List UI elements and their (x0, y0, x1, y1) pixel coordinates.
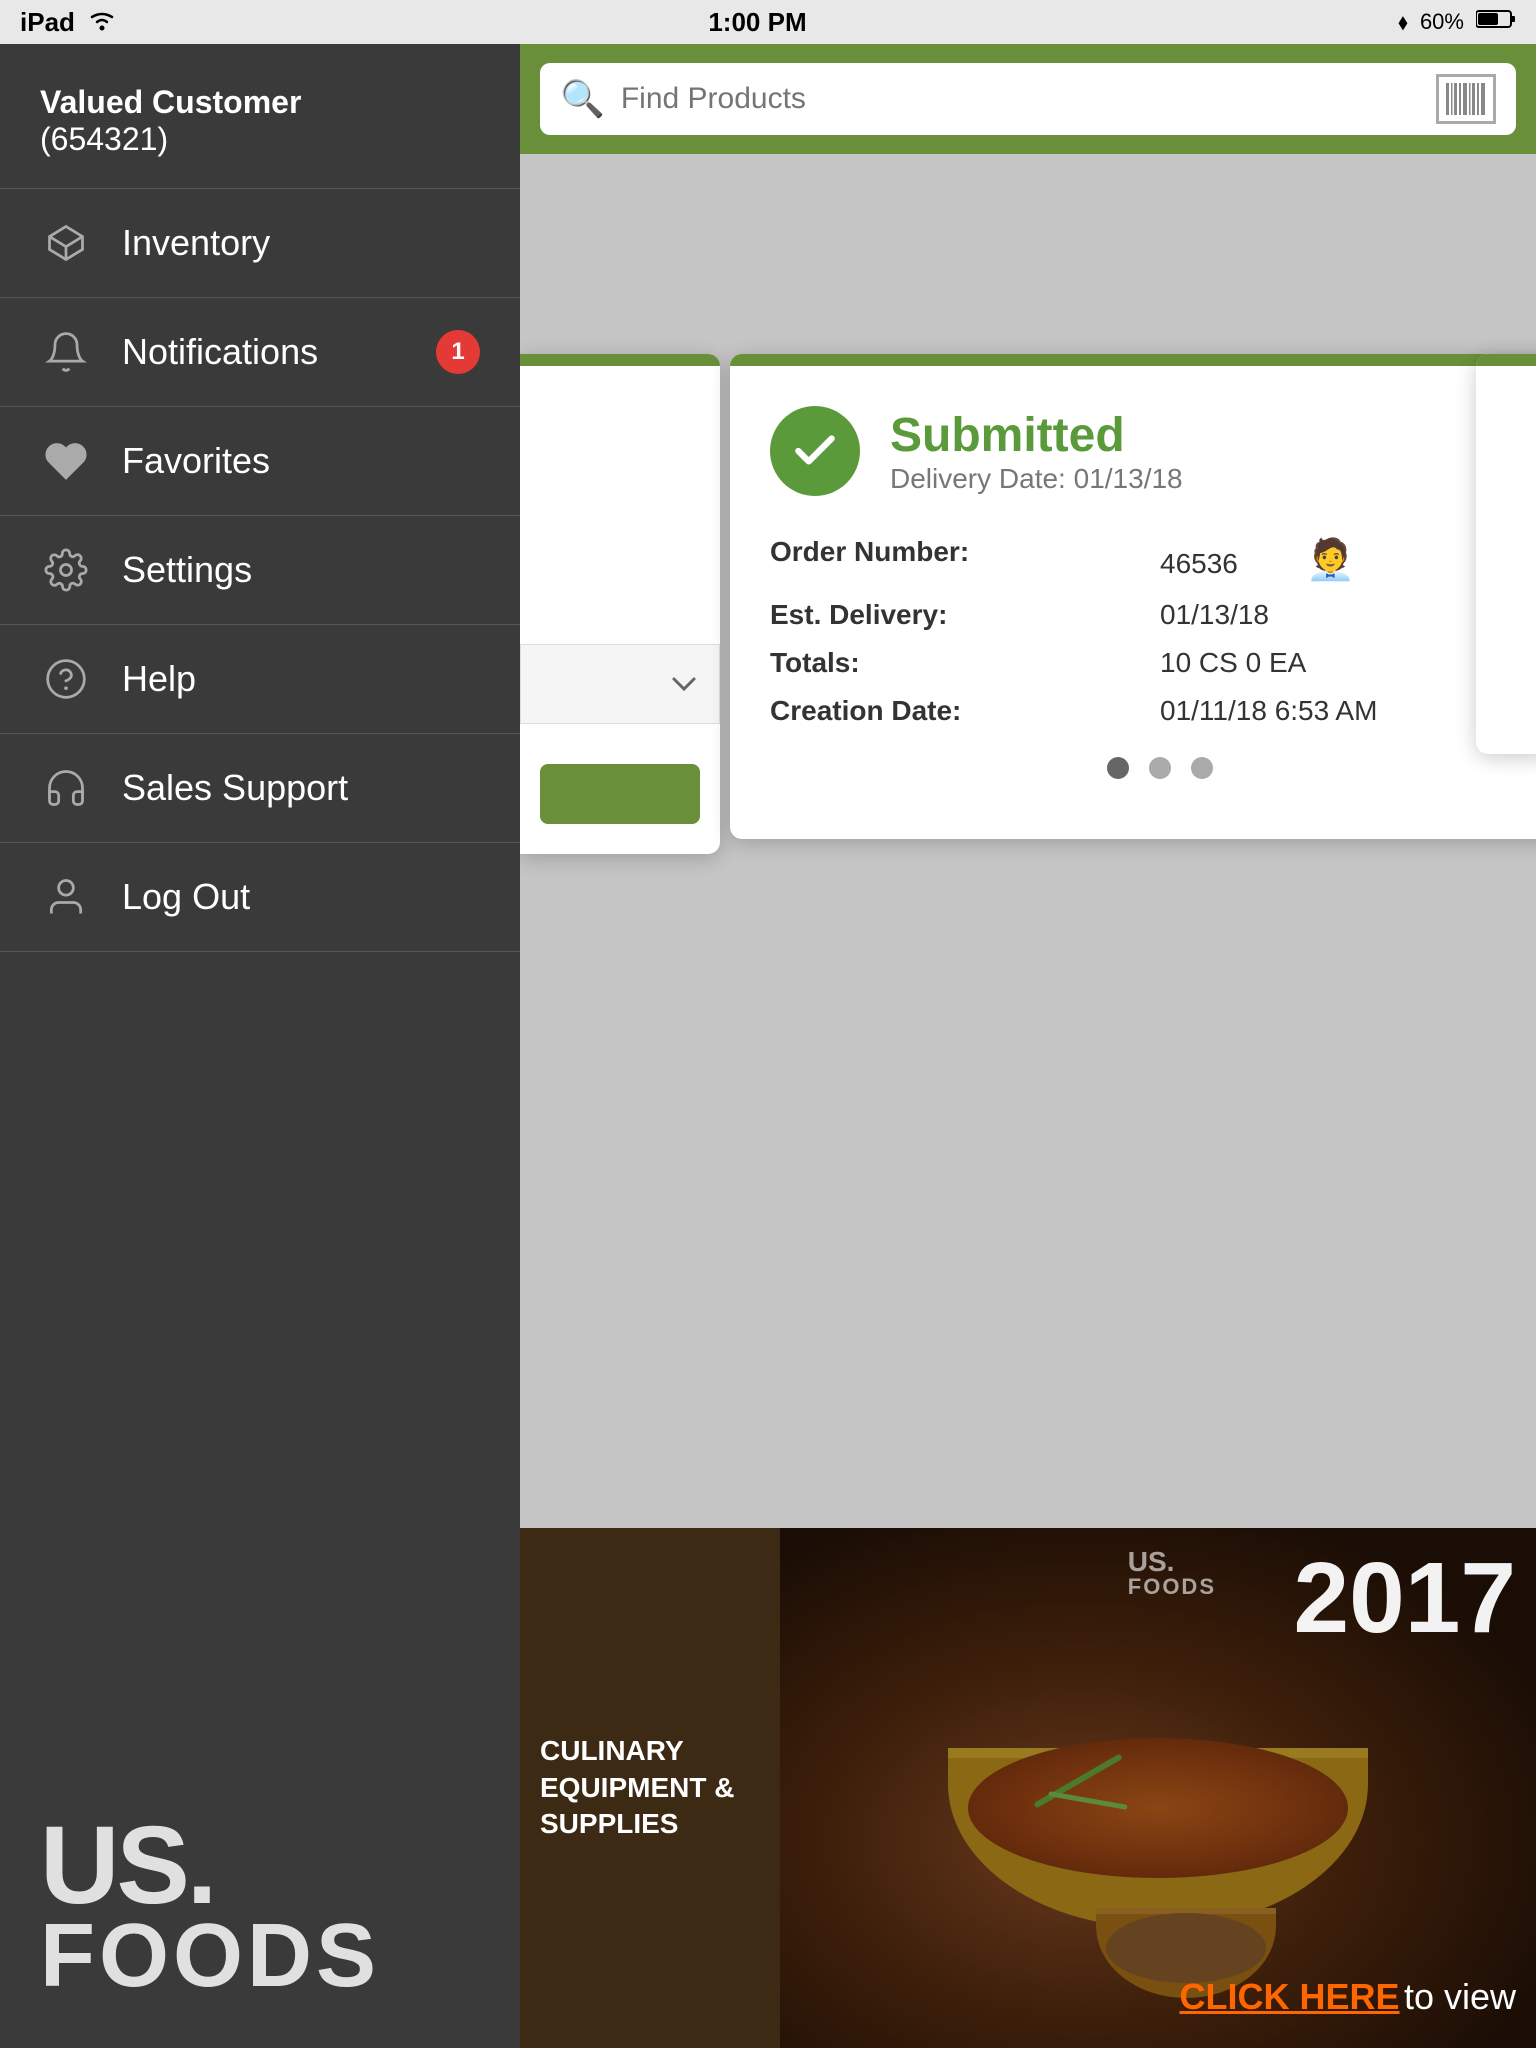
logout-label: Log Out (122, 876, 250, 918)
bluetooth-icon: ⬧ (1398, 9, 1408, 35)
gear-icon (40, 544, 92, 596)
device-label: iPad (20, 7, 75, 38)
pagination-dot-3[interactable] (1191, 757, 1213, 779)
headset-icon (40, 762, 92, 814)
main-content: 🔍 (520, 44, 1536, 2048)
logo-foods: FOODS (40, 1905, 480, 2008)
green-action-button[interactable] (540, 764, 700, 824)
sidebar-nav: Inventory Notifications 1 (0, 189, 520, 1796)
sidebar-user-section: Valued Customer (654321) (0, 44, 520, 189)
order-status-title: Submitted (890, 408, 1183, 463)
promo-section: CULINARY EQUIPMENT & SUPPLIES (520, 1528, 1536, 2048)
order-number-label: Order Number: (770, 536, 1160, 583)
food-bowl-container (948, 1728, 1368, 1928)
totals-label: Totals: (770, 647, 1160, 679)
search-icon: 🔍 (560, 78, 605, 120)
sidebar-item-notifications[interactable]: Notifications 1 (0, 298, 520, 407)
click-here-suffix: to view (1404, 1976, 1516, 2017)
order-delivery-date-label: Delivery Date: 01/13/18 (890, 463, 1183, 495)
creation-date-label: Creation Date: (770, 695, 1160, 727)
sidebar-item-settings[interactable]: Settings (0, 516, 520, 625)
sidebar-item-help[interactable]: Help (0, 625, 520, 734)
click-here-text[interactable]: CLICK HERE (1179, 1976, 1399, 2017)
search-input[interactable] (621, 82, 1420, 116)
sidebar-logo: US. FOODS (0, 1796, 520, 2048)
order-status-text: Submitted Delivery Date: 01/13/18 (890, 408, 1183, 495)
pagination-dot-2[interactable] (1149, 757, 1171, 779)
order-card-header-bar (730, 354, 1536, 366)
pagination-dots (770, 727, 1536, 799)
settings-label: Settings (122, 549, 252, 591)
order-card-content: Submitted Delivery Date: 01/13/18 Order … (730, 366, 1536, 839)
question-icon (40, 653, 92, 705)
garnish-2 (1048, 1791, 1128, 1810)
sidebar-item-sales-support[interactable]: Sales Support (0, 734, 520, 843)
order-status-row: Submitted Delivery Date: 01/13/18 (770, 406, 1536, 496)
notification-badge: 1 (436, 330, 480, 374)
favorites-label: Favorites (122, 440, 270, 482)
inventory-label: Inventory (122, 222, 270, 264)
notifications-label: Notifications (122, 331, 318, 373)
click-here-section[interactable]: CLICK HERE to view (1179, 1976, 1516, 2018)
status-bar: iPad 1:00 PM ⬧ 60% (0, 0, 1536, 44)
help-label: Help (122, 658, 196, 700)
bell-icon (40, 326, 92, 378)
promo-text: CULINARY EQUIPMENT & SUPPLIES (540, 1733, 760, 1842)
est-delivery-label: Est. Delivery: (770, 599, 1160, 631)
search-bar[interactable]: 🔍 (540, 63, 1516, 135)
status-circle (770, 406, 860, 496)
small-dish-content (1106, 1913, 1266, 1983)
order-card[interactable]: Submitted Delivery Date: 01/13/18 Order … (730, 354, 1536, 839)
user-id: (654321) (40, 121, 480, 158)
battery-label: 60% (1420, 9, 1464, 35)
pagination-dot-1[interactable] (1107, 757, 1129, 779)
logo-us: US. (40, 1816, 480, 1915)
person-icon (40, 871, 92, 923)
content-body: Submitted Delivery Date: 01/13/18 Order … (520, 154, 1536, 2048)
time-display: 1:00 PM (708, 7, 806, 38)
sidebar-item-logout[interactable]: Log Out (0, 843, 520, 952)
chevron-down-icon (669, 674, 699, 694)
partial-card-left-header (520, 354, 720, 366)
sidebar: Valued Customer (654321) Inventory (0, 44, 520, 2048)
sidebar-item-favorites[interactable]: Favorites (0, 407, 520, 516)
partial-card-right-header (1476, 354, 1536, 366)
promo-text-area: CULINARY EQUIPMENT & SUPPLIES (520, 1528, 780, 2048)
dropdown-area[interactable] (520, 644, 720, 724)
promo-year: 2017 (1294, 1548, 1516, 1648)
heart-icon (40, 435, 92, 487)
order-details: Order Number: 46536 🧑‍💼 Est. Delivery: 0… (770, 536, 1536, 727)
barcode-icon[interactable] (1436, 74, 1496, 124)
status-bar-right: ⬧ 60% (1398, 8, 1516, 36)
delivery-guy-icon: 🧑‍💼 (1306, 538, 1356, 582)
battery-icon (1476, 8, 1516, 36)
promo-food-image[interactable]: US.FOODS 2017 CLICK HERE to view (780, 1528, 1536, 2048)
status-bar-left: iPad (20, 7, 117, 38)
sales-support-label: Sales Support (122, 767, 348, 809)
user-name: Valued Customer (40, 84, 480, 121)
main-header: 🔍 (520, 44, 1536, 154)
wifi-icon (87, 7, 117, 38)
us-foods-watermark: US.FOODS (1128, 1548, 1216, 1598)
app-container: Valued Customer (654321) Inventory (0, 44, 1536, 2048)
partial-card-left (520, 354, 720, 854)
soup-content (968, 1738, 1348, 1878)
partial-card-right (1476, 354, 1536, 754)
box-icon (40, 217, 92, 269)
sidebar-item-inventory[interactable]: Inventory (0, 189, 520, 298)
